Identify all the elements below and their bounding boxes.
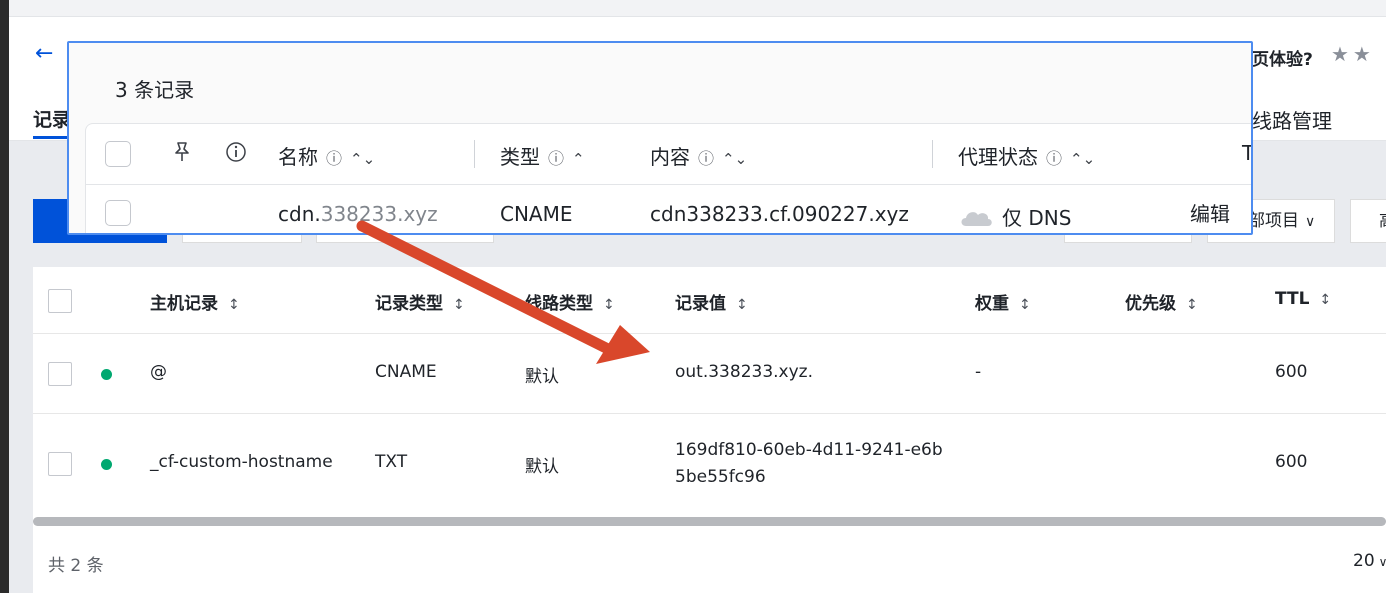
annotation-arrow bbox=[356, 220, 650, 364]
